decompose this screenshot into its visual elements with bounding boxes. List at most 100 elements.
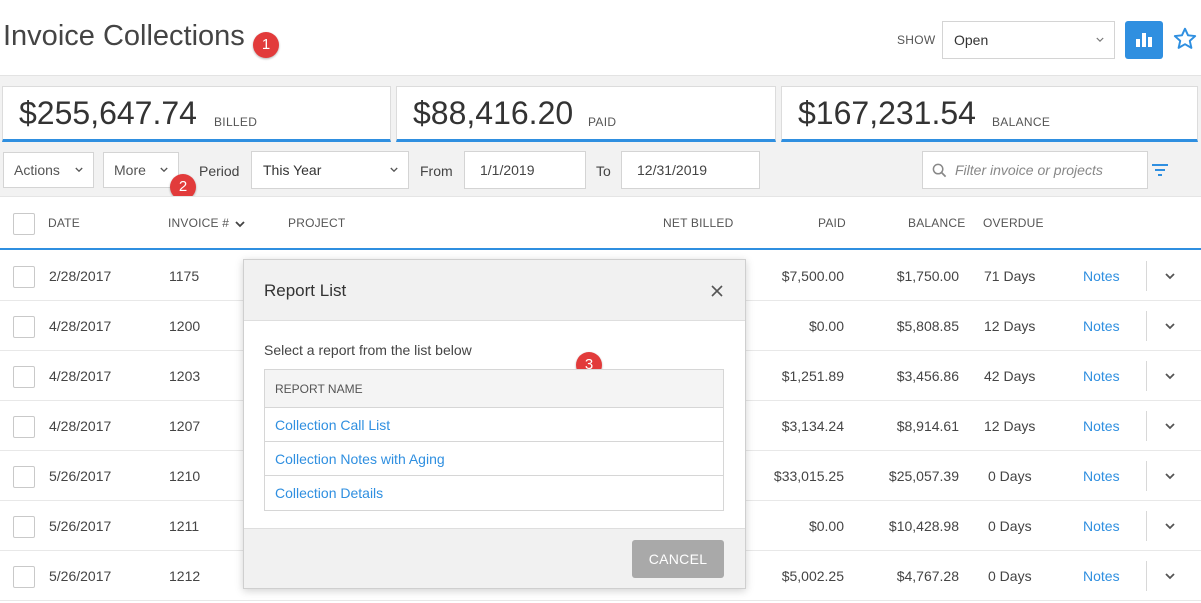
- row-overdue: 42 Days: [984, 368, 1036, 384]
- divider: [1146, 511, 1147, 541]
- expand-row-chevron-icon[interactable]: [1165, 271, 1175, 281]
- to-date-input[interactable]: 12/31/2019: [621, 151, 760, 189]
- notes-link[interactable]: Notes: [1083, 418, 1120, 434]
- select-all-checkbox[interactable]: [13, 213, 35, 235]
- row-checkbox[interactable]: [13, 566, 35, 588]
- report-name-column: REPORT NAME: [275, 382, 363, 396]
- row-paid: $5,002.25: [781, 568, 844, 584]
- column-project[interactable]: PROJECT: [288, 216, 345, 230]
- period-select[interactable]: This Year: [251, 151, 409, 189]
- modal-title: Report List: [264, 281, 347, 300]
- from-date-input[interactable]: 1/1/2019: [464, 151, 586, 189]
- row-paid: $33,015.25: [773, 468, 844, 484]
- row-checkbox[interactable]: [13, 316, 35, 338]
- period-label: Period: [199, 163, 240, 179]
- show-label: SHOW: [897, 33, 936, 47]
- more-button[interactable]: More: [103, 152, 179, 188]
- search-input[interactable]: Filter invoice or projects: [922, 151, 1148, 189]
- bar-chart-icon-bar: [1148, 37, 1152, 47]
- chevron-down-icon: [1096, 37, 1104, 43]
- column-paid[interactable]: PAID: [818, 216, 846, 230]
- row-invoice: 1203: [169, 368, 201, 384]
- row-overdue: 0 Days: [988, 468, 1032, 484]
- paid-label: PAID: [588, 115, 617, 129]
- row-invoice: 1210: [169, 468, 201, 484]
- row-checkbox[interactable]: [13, 466, 35, 488]
- column-invoice[interactable]: INVOICE #: [168, 216, 229, 230]
- notes-link[interactable]: Notes: [1083, 318, 1120, 334]
- row-paid: $0.00: [808, 518, 844, 534]
- report-link-collection-notes-with-aging[interactable]: Collection Notes with Aging: [275, 451, 445, 467]
- row-date: 4/28/2017: [49, 418, 112, 434]
- star-icon[interactable]: [1172, 26, 1198, 52]
- row-date: 4/28/2017: [49, 318, 112, 334]
- cancel-button[interactable]: CANCEL: [632, 540, 724, 578]
- row-checkbox[interactable]: [13, 366, 35, 388]
- report-link-collection-details[interactable]: Collection Details: [275, 485, 383, 501]
- row-date: 4/28/2017: [49, 368, 112, 384]
- notes-link[interactable]: Notes: [1083, 368, 1120, 384]
- show-select[interactable]: Open: [942, 21, 1115, 59]
- balance-label: BALANCE: [992, 115, 1051, 129]
- expand-row-chevron-icon[interactable]: [1165, 371, 1175, 381]
- report-row[interactable]: Collection Call List: [265, 408, 723, 442]
- divider: [1146, 411, 1147, 441]
- row-invoice: 1200: [169, 318, 201, 334]
- report-list-modal: Report List Select a report from the lis…: [243, 259, 746, 589]
- sort-chevron-icon[interactable]: [235, 219, 245, 229]
- balance-amount: $167,231.54: [798, 95, 976, 131]
- chart-button[interactable]: [1125, 21, 1163, 59]
- modal-instructions: Select a report from the list below: [264, 342, 472, 358]
- report-row[interactable]: Collection Details: [265, 476, 723, 510]
- balance-card: $167,231.54 BALANCE: [781, 86, 1198, 142]
- row-checkbox[interactable]: [13, 416, 35, 438]
- actions-button[interactable]: Actions: [3, 152, 94, 188]
- notes-link[interactable]: Notes: [1083, 568, 1120, 584]
- toolbar: Actions More 2 Period This Year From 1/1…: [0, 148, 1201, 200]
- search-placeholder: Filter invoice or projects: [955, 162, 1103, 178]
- callout-marker-1: 1: [253, 32, 279, 58]
- billed-card: $255,647.74 BILLED: [2, 86, 391, 142]
- chevron-down-icon: [390, 167, 398, 173]
- row-paid: $1,251.89: [781, 368, 844, 384]
- column-net-billed[interactable]: NET BILLED: [663, 216, 733, 230]
- row-balance: $4,767.28: [896, 568, 959, 584]
- row-checkbox[interactable]: [13, 266, 35, 288]
- report-row[interactable]: Collection Notes with Aging: [265, 442, 723, 476]
- row-paid: $0.00: [808, 318, 844, 334]
- column-overdue[interactable]: OVERDUE: [983, 216, 1044, 230]
- expand-row-chevron-icon[interactable]: [1165, 471, 1175, 481]
- page-header: Invoice Collections 1 SHOW Open: [0, 0, 1201, 76]
- row-overdue: 0 Days: [988, 518, 1032, 534]
- chevron-down-icon: [160, 167, 168, 173]
- filter-icon[interactable]: [1150, 162, 1170, 178]
- expand-row-chevron-icon[interactable]: [1165, 321, 1175, 331]
- row-balance: $25,057.39: [888, 468, 959, 484]
- row-paid: $3,134.24: [781, 418, 844, 434]
- page-title: Invoice Collections: [3, 20, 245, 52]
- expand-row-chevron-icon[interactable]: [1165, 421, 1175, 431]
- column-balance[interactable]: BALANCE: [908, 216, 965, 230]
- close-icon[interactable]: [710, 284, 724, 298]
- paid-card: $88,416.20 PAID: [396, 86, 776, 142]
- column-date[interactable]: DATE: [48, 216, 80, 230]
- to-label: To: [596, 163, 611, 179]
- expand-row-chevron-icon[interactable]: [1165, 571, 1175, 581]
- expand-row-chevron-icon[interactable]: [1165, 521, 1175, 531]
- row-overdue: 12 Days: [984, 318, 1036, 334]
- notes-link[interactable]: Notes: [1083, 468, 1120, 484]
- notes-link[interactable]: Notes: [1083, 268, 1120, 284]
- divider: [1146, 461, 1147, 491]
- row-balance: $10,428.98: [888, 518, 959, 534]
- row-date: 5/26/2017: [49, 568, 112, 584]
- notes-link[interactable]: Notes: [1083, 518, 1120, 534]
- row-invoice: 1175: [169, 268, 200, 284]
- to-date-value: 12/31/2019: [637, 162, 708, 178]
- modal-header: Report List: [244, 260, 745, 321]
- bar-chart-icon-bar: [1142, 33, 1146, 47]
- report-table-header: REPORT NAME: [265, 370, 723, 408]
- modal-footer: CANCEL: [244, 528, 745, 588]
- from-date-value: 1/1/2019: [480, 162, 535, 178]
- row-checkbox[interactable]: [13, 516, 35, 538]
- report-link-collection-call-list[interactable]: Collection Call List: [275, 417, 390, 433]
